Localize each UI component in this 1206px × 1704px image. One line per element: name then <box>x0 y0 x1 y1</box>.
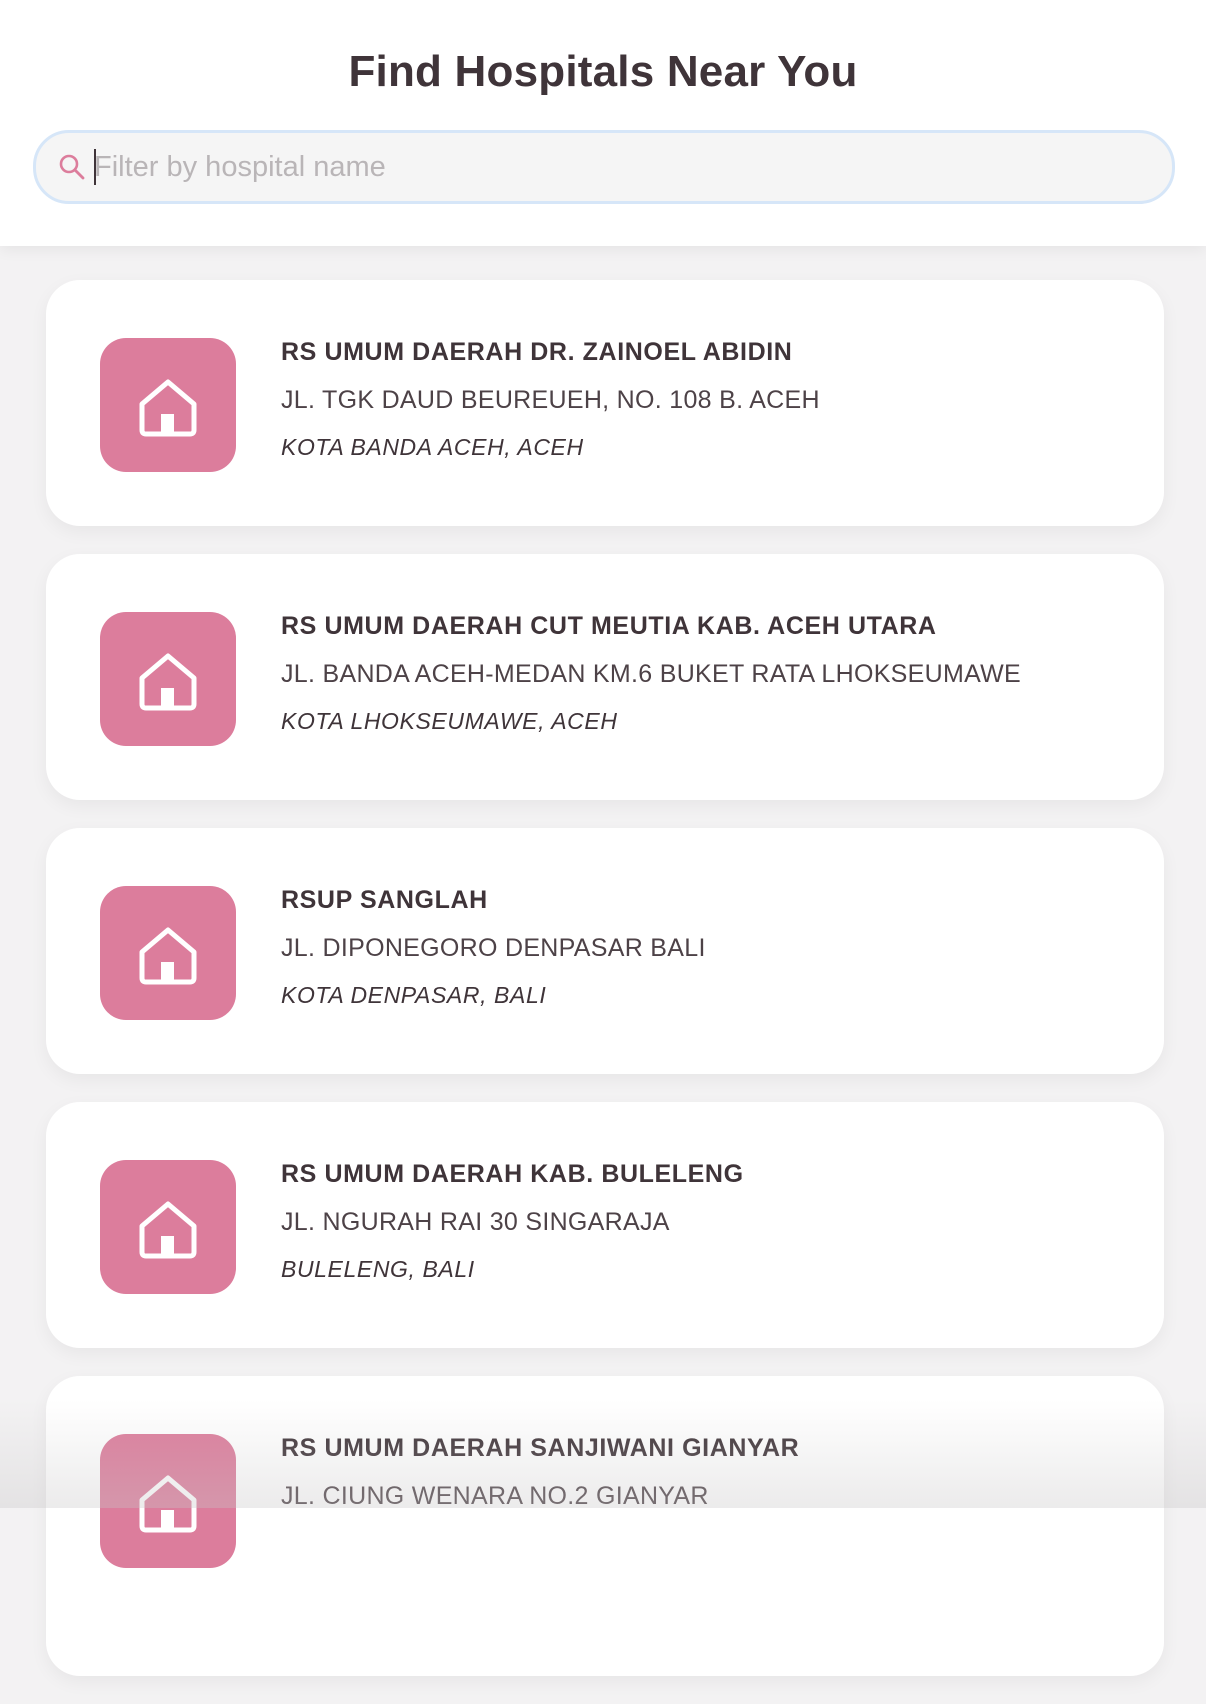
hospital-address: JL. NGURAH RAI 30 SINGARAJA <box>281 1208 670 1236</box>
hospital-address: JL. CIUNG WENARA NO.2 GIANYAR <box>281 1482 709 1510</box>
header: Find Hospitals Near You <box>0 0 1206 246</box>
search-input[interactable] <box>94 133 1154 201</box>
hospital-card[interactable]: RS UMUM DAERAH SANJIWANI GIANYAR JL. CIU… <box>46 1376 1164 1676</box>
hospital-name: RS UMUM DAERAH CUT MEUTIA KAB. ACEH UTAR… <box>281 612 937 640</box>
hospital-card[interactable]: RS UMUM DAERAH CUT MEUTIA KAB. ACEH UTAR… <box>46 554 1164 800</box>
hospital-card[interactable]: RS UMUM DAERAH KAB. BULELENG JL. NGURAH … <box>46 1102 1164 1348</box>
hospital-card[interactable]: RS UMUM DAERAH DR. ZAINOEL ABIDIN JL. TG… <box>46 280 1164 526</box>
hospital-city: BULELENG, BALI <box>281 1256 475 1282</box>
hospital-city: KOTA BANDA ACEH, ACEH <box>281 434 584 460</box>
hospital-name: RS UMUM DAERAH SANJIWANI GIANYAR <box>281 1434 800 1462</box>
hospital-city: KOTA DENPASAR, BALI <box>281 982 547 1008</box>
hospital-icon-tile <box>100 612 236 746</box>
home-icon <box>139 379 197 437</box>
hospital-icon-tile <box>100 886 236 1020</box>
text-caret <box>94 149 96 185</box>
hospital-icon-tile <box>100 338 236 472</box>
page-title: Find Hospitals Near You <box>348 47 858 96</box>
hospital-card[interactable]: RSUP SANGLAH JL. DIPONEGORO DENPASAR BAL… <box>46 828 1164 1074</box>
hospital-address: JL. DIPONEGORO DENPASAR BALI <box>281 934 706 962</box>
hospital-name: RSUP SANGLAH <box>281 886 488 914</box>
hospital-name: RS UMUM DAERAH KAB. BULELENG <box>281 1160 744 1188</box>
hospital-city: KOTA LHOKSEUMAWE, ACEH <box>281 708 618 734</box>
hospital-address: JL. TGK DAUD BEUREUEH, NO. 108 B. ACEH <box>281 386 820 414</box>
home-icon <box>139 927 197 985</box>
hospital-list: RS UMUM DAERAH DR. ZAINOEL ABIDIN JL. TG… <box>46 280 1164 1704</box>
search-icon <box>59 154 85 180</box>
hospital-name: RS UMUM DAERAH DR. ZAINOEL ABIDIN <box>281 338 793 366</box>
hospital-icon-tile <box>100 1160 236 1294</box>
home-icon <box>139 1475 197 1533</box>
hospital-icon-tile <box>100 1434 236 1568</box>
home-icon <box>139 653 197 711</box>
search-bar[interactable] <box>33 130 1175 204</box>
hospital-address: JL. BANDA ACEH-MEDAN KM.6 BUKET RATA LHO… <box>281 660 1022 688</box>
home-icon <box>139 1201 197 1259</box>
